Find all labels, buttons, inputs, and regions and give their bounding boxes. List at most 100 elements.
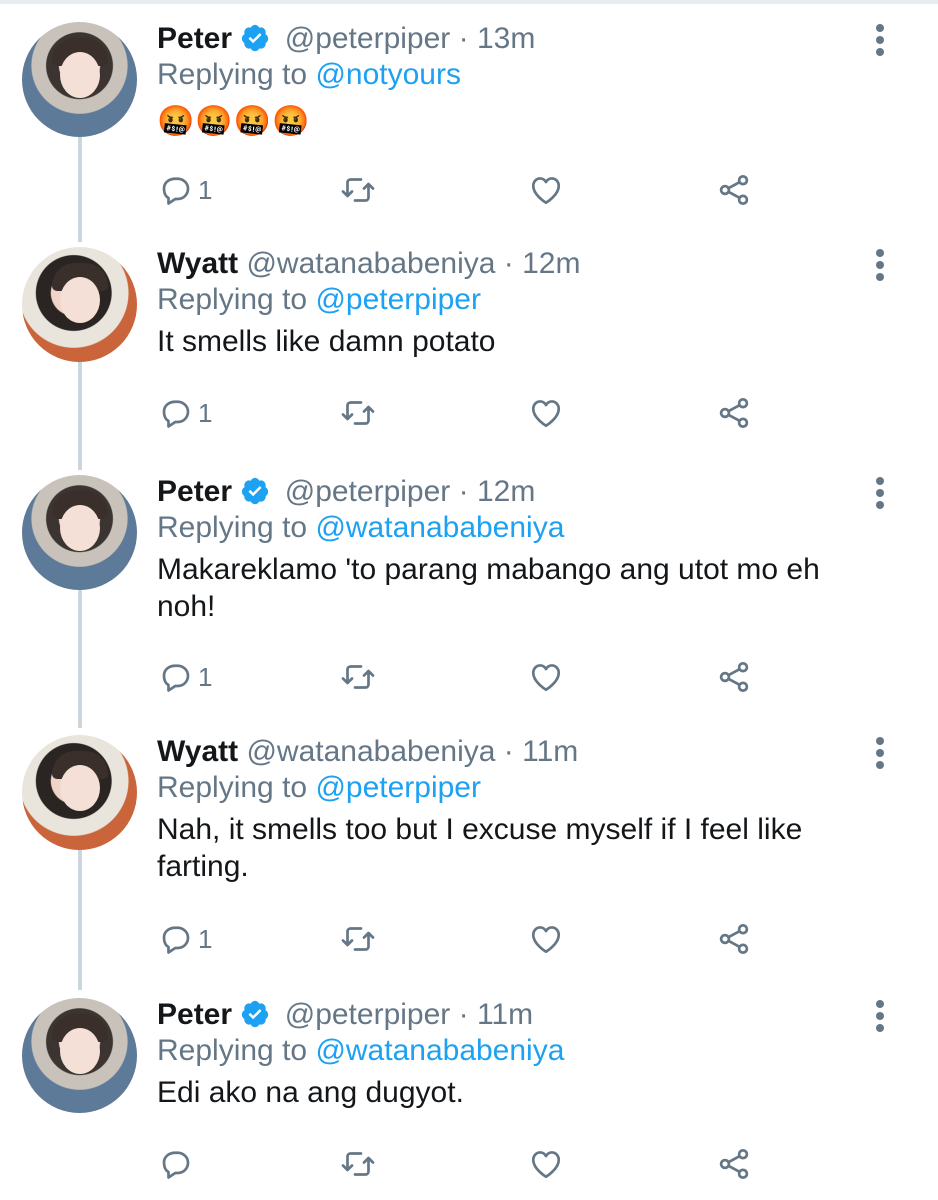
heart-icon: [531, 177, 561, 205]
replying-to: Replying to @watanababeniya: [157, 511, 564, 545]
handle[interactable]: @peterpiper: [285, 22, 451, 55]
separator: ·: [458, 475, 469, 508]
reply-icon: [162, 400, 190, 428]
mention-link[interactable]: @peterpiper: [315, 283, 481, 316]
tweet-header: Peter @peterpiper · 12m: [157, 475, 535, 509]
more-vertical-icon[interactable]: [868, 247, 892, 283]
more-vertical-icon[interactable]: [868, 22, 892, 58]
display-name[interactable]: Wyatt: [157, 247, 238, 280]
share-button[interactable]: [716, 1144, 752, 1184]
heart-icon: [531, 664, 561, 692]
retweet-icon: [341, 665, 375, 689]
like-button[interactable]: [528, 919, 564, 959]
like-button[interactable]: [528, 1144, 564, 1184]
timestamp[interactable]: 11m: [522, 735, 578, 768]
reply-button[interactable]: 1: [158, 657, 212, 697]
avatar[interactable]: [22, 22, 137, 137]
share-icon: [719, 924, 749, 954]
heart-icon: [531, 400, 561, 428]
tweet-text: It smells like damn potato: [157, 325, 496, 358]
more-vertical-icon[interactable]: [868, 735, 892, 771]
like-button[interactable]: [528, 170, 564, 210]
action-bar: 1: [0, 919, 938, 959]
reply-button[interactable]: 1: [158, 170, 212, 210]
timestamp[interactable]: 13m: [477, 22, 535, 55]
retweet-button[interactable]: [340, 1144, 376, 1184]
more-vertical-icon[interactable]: [868, 475, 892, 511]
tweet-text: Makareklamo 'to parang mabango ang utot …: [157, 553, 820, 623]
replying-prefix: Replying to: [157, 1034, 308, 1067]
avatar[interactable]: [22, 998, 137, 1113]
reply-icon: [162, 664, 190, 692]
share-icon: [719, 398, 749, 428]
share-button[interactable]: [716, 919, 752, 959]
mention-link[interactable]: @watanababeniya: [315, 1034, 564, 1067]
reply-button[interactable]: 1: [158, 393, 212, 433]
replying-to: Replying to @peterpiper: [157, 771, 481, 805]
retweet-button[interactable]: [340, 919, 376, 959]
handle[interactable]: @peterpiper: [285, 998, 451, 1031]
action-bar: 1: [0, 657, 938, 697]
reply-button[interactable]: 1: [158, 919, 212, 959]
display-name[interactable]: Wyatt: [157, 735, 238, 768]
display-name[interactable]: Peter: [157, 22, 232, 55]
reply-count: 1: [198, 397, 213, 428]
separator: ·: [503, 735, 514, 768]
share-icon: [719, 662, 749, 692]
avatar[interactable]: [22, 247, 137, 362]
replying-prefix: Replying to: [157, 58, 308, 91]
more-vertical-icon[interactable]: [868, 998, 892, 1034]
like-button[interactable]: [528, 657, 564, 697]
retweet-button[interactable]: [340, 170, 376, 210]
like-button[interactable]: [528, 393, 564, 433]
tweet-emojis: 🤬🤬🤬🤬: [157, 105, 311, 138]
tweet-header: Wyatt @watanababeniya · 11m: [157, 735, 578, 769]
share-icon: [719, 175, 749, 205]
tweet-header: Peter @peterpiper · 11m: [157, 998, 533, 1032]
retweet-icon: [341, 927, 375, 951]
timestamp[interactable]: 11m: [477, 998, 533, 1031]
action-bar: 1: [0, 393, 938, 433]
mention-link[interactable]: @notyours: [315, 58, 461, 91]
retweet-icon: [341, 401, 375, 425]
retweet-icon: [341, 1152, 375, 1176]
action-bar: 1: [0, 170, 938, 210]
replying-prefix: Replying to: [157, 511, 308, 544]
reply-count: 1: [198, 661, 213, 692]
reply-icon: [162, 177, 190, 205]
verified-badge-icon: [242, 1000, 269, 1028]
tweet-text: Edi ako na ang dugyot.: [157, 1076, 464, 1109]
handle[interactable]: @watanababeniya: [246, 735, 495, 768]
top-divider: [0, 0, 938, 4]
heart-icon: [531, 1151, 561, 1179]
timestamp[interactable]: 12m: [477, 475, 535, 508]
action-bar: [0, 1144, 938, 1184]
display-name[interactable]: Peter: [157, 998, 232, 1031]
handle[interactable]: @watanababeniya: [246, 247, 495, 280]
tweet-header: Peter @peterpiper · 13m: [157, 22, 535, 56]
tweet-header: Wyatt @watanababeniya · 12m: [157, 247, 580, 281]
mention-link[interactable]: @watanababeniya: [315, 511, 564, 544]
replying-prefix: Replying to: [157, 283, 308, 316]
separator: ·: [458, 998, 469, 1031]
share-button[interactable]: [716, 657, 752, 697]
timestamp[interactable]: 12m: [522, 247, 580, 280]
share-button[interactable]: [716, 393, 752, 433]
mention-link[interactable]: @peterpiper: [315, 771, 481, 804]
display-name[interactable]: Peter: [157, 475, 232, 508]
retweet-icon: [341, 178, 375, 202]
replying-to: Replying to @watanababeniya: [157, 1034, 564, 1068]
avatar[interactable]: [22, 735, 137, 850]
heart-icon: [531, 926, 561, 954]
reply-button[interactable]: [158, 1144, 198, 1184]
retweet-button[interactable]: [340, 657, 376, 697]
reply-icon: [162, 926, 190, 954]
separator: ·: [503, 247, 514, 280]
share-icon: [719, 1149, 749, 1179]
replying-to: Replying to @notyours: [157, 58, 461, 92]
retweet-button[interactable]: [340, 393, 376, 433]
share-button[interactable]: [716, 170, 752, 210]
avatar[interactable]: [22, 475, 137, 590]
handle[interactable]: @peterpiper: [285, 475, 451, 508]
replying-prefix: Replying to: [157, 771, 308, 804]
